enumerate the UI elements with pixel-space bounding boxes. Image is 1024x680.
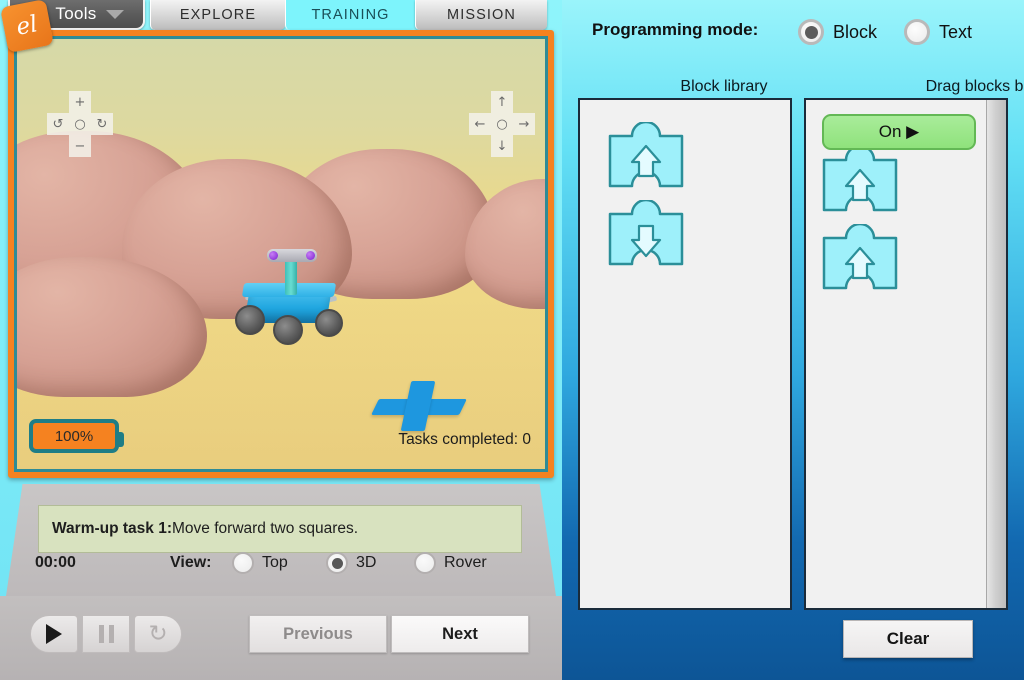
pan-down-button[interactable]: ↓ xyxy=(491,135,513,157)
view-option-top[interactable]: Top xyxy=(232,552,288,574)
radio-dot xyxy=(804,25,818,39)
tab-explore[interactable]: EXPLORE xyxy=(150,0,285,30)
workspace-move-forward-block[interactable] xyxy=(822,224,898,302)
programming-mode-text-label: Text xyxy=(939,21,973,42)
tab-training-label: TRAINING xyxy=(311,7,390,23)
programming-pane: Programming mode: Block Text Block libra… xyxy=(562,0,1024,680)
program-workspace[interactable]: On ▶ xyxy=(806,100,986,608)
pan-left-button[interactable]: ← xyxy=(469,113,491,135)
program-workspace-panel[interactable]: On ▶ xyxy=(804,98,1008,610)
rover-mast xyxy=(285,259,297,295)
target-marker xyxy=(371,381,467,431)
mission-timer: 00:00 xyxy=(35,554,76,571)
programming-mode-text[interactable]: Text xyxy=(904,19,972,45)
library-move-backward-block[interactable] xyxy=(608,200,684,278)
app-root: Tools el EXPLORE TRAINING MISSION + ↺ ○ … xyxy=(0,0,1024,680)
pause-button xyxy=(82,615,130,653)
view-option-top-radio[interactable] xyxy=(232,552,254,574)
view-option-top-label: Top xyxy=(262,554,288,571)
camera-pan-pad[interactable]: ↑ ← ○ → ↓ xyxy=(469,91,535,157)
app-logo-text: el xyxy=(14,11,40,41)
block-library-panel[interactable] xyxy=(578,98,792,610)
view-option-3d-label: 3D xyxy=(356,554,377,571)
simulation-pane: Tools el EXPLORE TRAINING MISSION + ↺ ○ … xyxy=(0,0,562,680)
view-option-rover-radio[interactable] xyxy=(414,552,436,574)
battery-indicator: 100% xyxy=(29,419,124,453)
zoom-in-button[interactable]: + xyxy=(69,91,91,113)
tab-training[interactable]: TRAINING xyxy=(285,0,415,30)
pan-center-button[interactable]: ○ xyxy=(491,113,513,135)
task-instruction-text: Move forward two squares. xyxy=(172,520,359,537)
rotate-left-button[interactable]: ↺ xyxy=(47,113,69,135)
rover-wheel xyxy=(315,309,343,337)
chevron-down-icon xyxy=(105,9,124,19)
pause-icon xyxy=(98,625,114,643)
workspace-on-block-label: On ▶ xyxy=(878,122,920,141)
reset-icon: ↻ xyxy=(148,620,168,647)
task-instruction-prefix: Warm-up task 1: xyxy=(52,520,173,537)
arrow-down-icon xyxy=(608,200,684,266)
programming-mode-block-radio[interactable] xyxy=(798,19,824,45)
rover-model xyxy=(229,243,357,345)
clear-button-label: Clear xyxy=(886,629,930,648)
rotate-right-button[interactable]: ↻ xyxy=(91,113,113,135)
play-button[interactable] xyxy=(30,615,78,653)
next-button-label: Next xyxy=(442,624,478,643)
tab-mission[interactable]: MISSION xyxy=(415,0,547,30)
pan-up-button[interactable]: ↑ xyxy=(491,91,513,113)
rover-camera-lens xyxy=(306,251,315,260)
arrow-up-icon xyxy=(822,224,898,290)
view-option-rover-label: Rover xyxy=(444,554,487,571)
simulation-viewport[interactable]: + ↺ ○ ↻ − ↑ ← ○ → ↓ 100% Tasks completed… xyxy=(14,36,548,472)
rover-camera-lens xyxy=(269,251,278,260)
previous-button-label: Previous xyxy=(283,624,353,643)
previous-button[interactable]: Previous xyxy=(249,615,387,653)
pan-right-button[interactable]: → xyxy=(513,113,535,135)
battery-terminal-icon xyxy=(118,432,124,447)
play-icon xyxy=(46,624,62,644)
tools-button-label: Tools xyxy=(55,4,97,23)
transport-controls: ↻ xyxy=(30,615,186,653)
rover-wheel xyxy=(273,315,303,345)
battery-level-label: 100% xyxy=(54,427,94,445)
arrow-up-icon xyxy=(822,146,898,212)
tab-explore-label: EXPLORE xyxy=(179,7,257,23)
view-option-rover[interactable]: Rover xyxy=(414,552,487,574)
simulation-viewport-frame: + ↺ ○ ↻ − ↑ ← ○ → ↓ 100% Tasks completed… xyxy=(8,30,554,478)
camera-zoom-pad[interactable]: + ↺ ○ ↻ − xyxy=(47,91,113,157)
next-button[interactable]: Next xyxy=(391,615,529,653)
rover-camera xyxy=(267,249,317,262)
workspace-on-block[interactable]: On ▶ xyxy=(822,114,976,150)
workspace-scrollbar[interactable] xyxy=(986,100,1006,608)
clear-button[interactable]: Clear xyxy=(843,620,973,658)
view-option-3d-radio[interactable] xyxy=(326,552,348,574)
view-mode-label: View: xyxy=(170,554,212,571)
control-console: Warm-up task 1: Move forward two squares… xyxy=(0,484,562,680)
workspace-title: Drag blocks below xyxy=(925,78,1024,95)
programming-mode-block-label: Block xyxy=(833,21,878,42)
top-bar: Tools el EXPLORE TRAINING MISSION xyxy=(0,0,562,53)
task-instruction-banner: Warm-up task 1: Move forward two squares… xyxy=(38,505,522,553)
workspace-move-forward-block[interactable] xyxy=(822,146,898,224)
arrow-up-icon xyxy=(608,122,684,188)
reset-button: ↻ xyxy=(134,615,182,653)
tasks-completed-label: Tasks completed: 0 xyxy=(398,431,531,448)
camera-reset-button[interactable]: ○ xyxy=(69,113,91,135)
radio-dot xyxy=(331,557,343,569)
app-logo: el xyxy=(0,0,54,53)
programming-mode-label: Programming mode: xyxy=(592,20,759,39)
view-option-3d[interactable]: 3D xyxy=(326,552,376,574)
tab-mission-label: MISSION xyxy=(447,7,516,23)
zoom-out-button[interactable]: − xyxy=(69,135,91,157)
programming-mode-block[interactable]: Block xyxy=(798,19,877,45)
library-move-forward-block[interactable] xyxy=(608,122,684,200)
programming-mode-text-radio[interactable] xyxy=(904,19,930,45)
rover-wheel xyxy=(235,305,265,335)
